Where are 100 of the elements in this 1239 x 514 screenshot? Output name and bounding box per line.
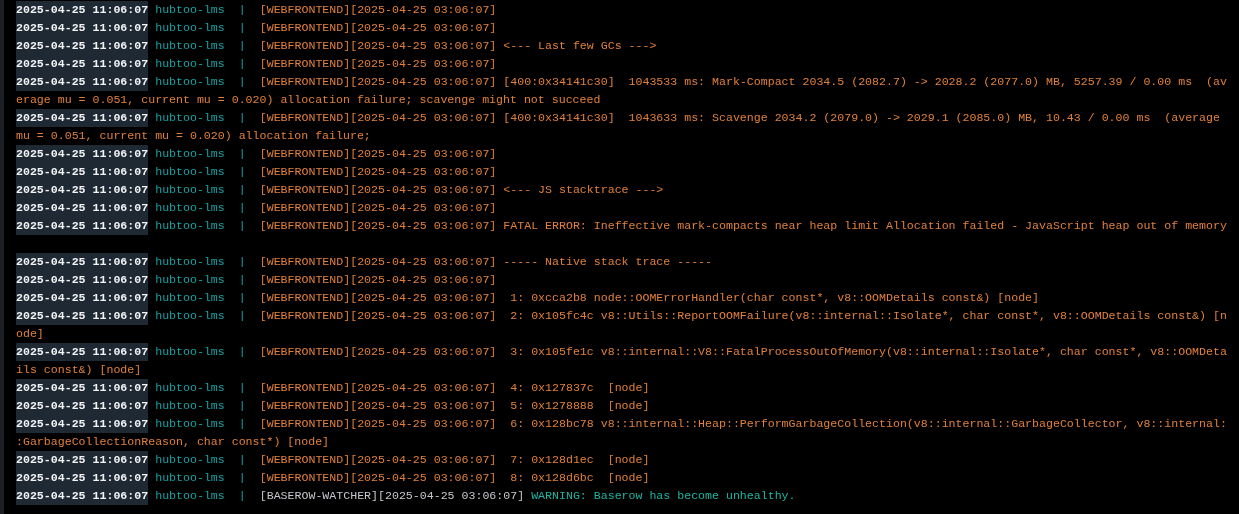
log-message: :GarbageCollectionReason, char const*) [node] xyxy=(16,434,330,450)
log-message: 7: 0x128d1ec [node] xyxy=(509,452,650,468)
service-name: hubtoo-lms xyxy=(155,416,225,432)
service-name: hubtoo-lms xyxy=(155,164,225,180)
log-message: 5: 0x1278888 [node] xyxy=(509,398,650,414)
log-source: [WEBFRONTEND][2025-04-25 03:06:07] xyxy=(259,452,497,468)
separator: | xyxy=(238,2,246,18)
log-message: WARNING: Baserow has become unhealthy. xyxy=(531,488,796,504)
service-name: hubtoo-lms xyxy=(155,56,225,72)
separator: | xyxy=(238,20,246,36)
separator: | xyxy=(238,380,246,396)
separator: | xyxy=(238,470,246,486)
service-name: hubtoo-lms xyxy=(155,272,225,288)
service-name: hubtoo-lms xyxy=(155,398,225,414)
log-message: FATAL ERROR: Ineffective mark-compacts near heap limit Allocation failed - JavaScript heap out of memory xyxy=(503,218,1227,234)
separator: | xyxy=(238,146,246,162)
log-timestamp: 2025-04-25 11:06:07 xyxy=(16,397,149,415)
log-timestamp: 2025-04-25 11:06:07 xyxy=(16,199,149,217)
log-timestamp: 2025-04-25 11:06:07 xyxy=(16,73,149,91)
service-name: hubtoo-lms xyxy=(155,488,225,504)
log-timestamp: 2025-04-25 11:06:07 xyxy=(16,253,149,271)
log-source: [WEBFRONTEND][2025-04-25 03:06:07] xyxy=(259,110,497,126)
log-message: [400:0x34141c30] 1043633 ms: Scavenge 2034.2 (2079.0) -> 2029.1 (2085.0) MB, 10.43 / 0.00 ms (average xyxy=(503,110,1220,126)
log-message: 1: 0xcca2b8 node::OOMErrorHandler(char const*, v8::OOMDetails const&) [node] xyxy=(509,290,1040,306)
separator: | xyxy=(238,182,246,198)
separator: | xyxy=(238,308,246,324)
log-source: [WEBFRONTEND][2025-04-25 03:06:07] xyxy=(259,290,497,306)
log-timestamp: 2025-04-25 11:06:07 xyxy=(16,487,149,505)
separator: | xyxy=(238,488,246,504)
log-source: [WEBFRONTEND][2025-04-25 03:06:07] xyxy=(259,470,497,486)
log-timestamp: 2025-04-25 11:06:07 xyxy=(16,343,149,361)
log-message: ----- Native stack trace ----- xyxy=(503,254,713,270)
log-source: [WEBFRONTEND][2025-04-25 03:06:07] xyxy=(259,380,497,396)
log-source: [WEBFRONTEND][2025-04-25 03:06:07] xyxy=(259,182,497,198)
log-source: [WEBFRONTEND][2025-04-25 03:06:07] xyxy=(259,218,497,234)
log-source: [WEBFRONTEND][2025-04-25 03:06:07] xyxy=(259,272,497,288)
log-timestamp: 2025-04-25 11:06:07 xyxy=(16,37,149,55)
log-source: [WEBFRONTEND][2025-04-25 03:06:07] xyxy=(259,308,497,324)
separator: | xyxy=(238,74,246,90)
log-source: [WEBFRONTEND][2025-04-25 03:06:07] xyxy=(259,416,497,432)
log-timestamp: 2025-04-25 11:06:07 xyxy=(16,379,149,397)
service-name: hubtoo-lms xyxy=(155,452,225,468)
log-message: 2: 0x105fc4c v8::Utils::ReportOOMFailure(v8::internal::Isolate*, char const*, v8::OOMDetails const&) [n xyxy=(509,308,1227,324)
log-message: <--- Last few GCs ---> xyxy=(503,38,657,54)
log-source: [WEBFRONTEND][2025-04-25 03:06:07] xyxy=(259,2,497,18)
log-timestamp: 2025-04-25 11:06:07 xyxy=(16,181,149,199)
log-message: erage mu = 0.051, current mu = 0.020) allocation failure; scavenge might not succeed xyxy=(16,92,601,108)
log-source: [WEBFRONTEND][2025-04-25 03:06:07] xyxy=(259,164,497,180)
log-source: [WEBFRONTEND][2025-04-25 03:06:07] xyxy=(259,398,497,414)
log-timestamp: 2025-04-25 11:06:07 xyxy=(16,415,149,433)
log-source: [WEBFRONTEND][2025-04-25 03:06:07] xyxy=(259,56,497,72)
log-timestamp: 2025-04-25 11:06:07 xyxy=(16,217,149,235)
log-source: [WEBFRONTEND][2025-04-25 03:06:07] xyxy=(259,200,497,216)
service-name: hubtoo-lms xyxy=(155,290,225,306)
log-source: [WEBFRONTEND][2025-04-25 03:06:07] xyxy=(259,38,497,54)
separator: | xyxy=(238,164,246,180)
service-name: hubtoo-lms xyxy=(155,200,225,216)
log-timestamp: 2025-04-25 11:06:07 xyxy=(16,163,149,181)
log-message: ode] xyxy=(16,326,44,342)
separator: | xyxy=(238,56,246,72)
service-name: hubtoo-lms xyxy=(155,182,225,198)
log-message: 6: 0x128bc78 v8::internal::Heap::PerformGarbageCollection(v8::internal::GarbageCollector, v8::internal: xyxy=(509,416,1227,432)
service-name: hubtoo-lms xyxy=(155,74,225,90)
log-timestamp: 2025-04-25 11:06:07 xyxy=(16,145,149,163)
separator: | xyxy=(238,38,246,54)
separator: | xyxy=(238,344,246,360)
service-name: hubtoo-lms xyxy=(155,254,225,270)
log-timestamp: 2025-04-25 11:06:07 xyxy=(16,55,149,73)
service-name: hubtoo-lms xyxy=(155,20,225,36)
separator: | xyxy=(238,218,246,234)
log-source: [WEBFRONTEND][2025-04-25 03:06:07] xyxy=(259,344,497,360)
log-timestamp: 2025-04-25 11:06:07 xyxy=(16,109,149,127)
log-message: 8: 0x128d6bc [node] xyxy=(509,470,650,486)
service-name: hubtoo-lms xyxy=(155,146,225,162)
log-timestamp: 2025-04-25 11:06:07 xyxy=(16,19,149,37)
log-timestamp: 2025-04-25 11:06:07 xyxy=(16,1,149,19)
service-name: hubtoo-lms xyxy=(155,380,225,396)
log-message: mu = 0.051, current mu = 0.020) allocation failure; xyxy=(16,128,371,144)
service-name: hubtoo-lms xyxy=(155,470,225,486)
log-source: [WEBFRONTEND][2025-04-25 03:06:07] xyxy=(259,254,497,270)
service-name: hubtoo-lms xyxy=(155,110,225,126)
separator: | xyxy=(238,452,246,468)
service-name: hubtoo-lms xyxy=(155,2,225,18)
log-timestamp: 2025-04-25 11:06:07 xyxy=(16,451,149,469)
log-timestamp: 2025-04-25 11:06:07 xyxy=(16,289,149,307)
log-source: [WEBFRONTEND][2025-04-25 03:06:07] xyxy=(259,20,497,36)
service-name: hubtoo-lms xyxy=(155,308,225,324)
log-timestamp: 2025-04-25 11:06:07 xyxy=(16,271,149,289)
log-source: [BASEROW-WATCHER][2025-04-25 03:06:07] xyxy=(259,488,525,504)
separator: | xyxy=(238,110,246,126)
log-source: [WEBFRONTEND][2025-04-25 03:06:07] xyxy=(259,146,497,162)
log-message: 4: 0x127837c [node] xyxy=(509,380,650,396)
separator: | xyxy=(238,416,246,432)
log-timestamp: 2025-04-25 11:06:07 xyxy=(16,469,149,487)
service-name: hubtoo-lms xyxy=(155,38,225,54)
separator: | xyxy=(238,398,246,414)
log-message: ils const&) [node] xyxy=(16,362,142,378)
log-message: [400:0x34141c30] 1043533 ms: Mark-Compact 2034.5 (2082.7) -> 2028.2 (2077.0) MB, 5257.39 / 0.00 ms (av xyxy=(503,74,1227,90)
log-timestamp: 2025-04-25 11:06:07 xyxy=(16,307,149,325)
log-message: <--- JS stacktrace ---> xyxy=(503,182,664,198)
